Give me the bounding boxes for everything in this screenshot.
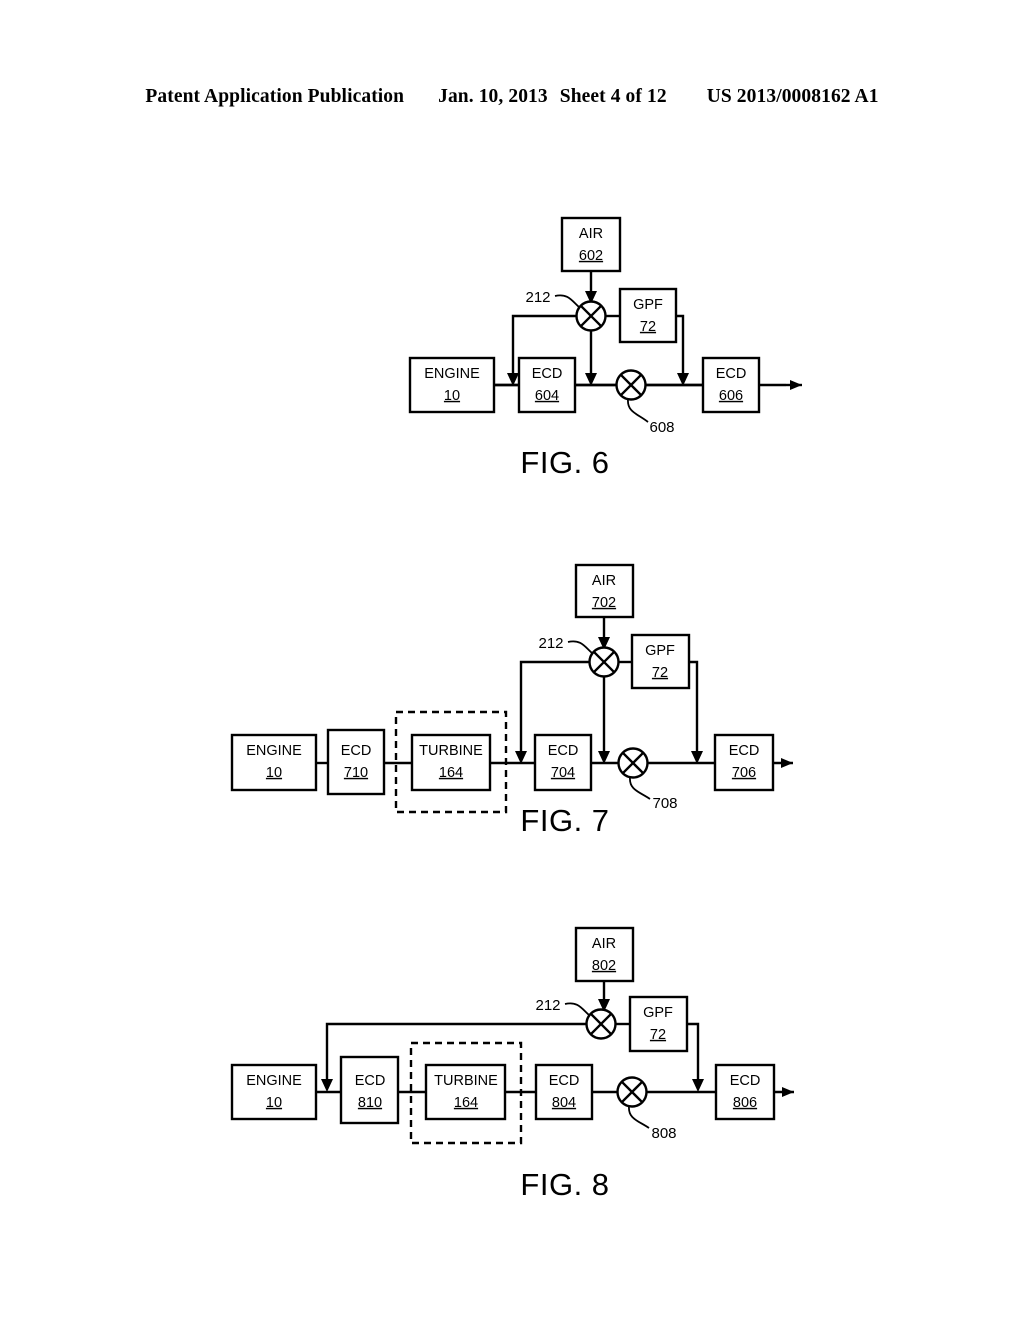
figure-8: ENGINE 10 ECD 810 TURBINE 164 ECD 804 EC…: [230, 926, 794, 1202]
fig6-mixer-608-leader: [627, 399, 649, 423]
fig8-gpf-block: GPF 72: [628, 995, 689, 1053]
fig7-caption: FIG. 7: [520, 803, 609, 838]
header-sheet: Sheet 4 of 12: [559, 86, 667, 107]
fig8-air-label: AIR: [592, 936, 616, 952]
fig8-mixer-212-leader: [564, 1002, 590, 1016]
fig7-turbine-block: TURBINE 164: [410, 733, 492, 792]
fig7-ecd-706-block: ECD 706: [713, 733, 775, 792]
fig8-engine-number: 10: [266, 1095, 282, 1111]
fig6-engine-block: ENGINE 10: [408, 356, 496, 414]
figure-7: ENGINE 10 ECD 710 TURBINE 164 ECD 704 EC…: [230, 563, 793, 838]
fig8-ecd-810-block: ECD 810: [339, 1055, 400, 1125]
fig8-ecd-806-number: 806: [733, 1095, 757, 1111]
fig7-mixer-708-label: 708: [652, 795, 677, 812]
fig6-ecd-606-label: ECD: [716, 366, 747, 382]
fig8-ecd-804-label: ECD: [549, 1073, 580, 1089]
fig8-gpf-number: 72: [650, 1027, 666, 1043]
fig7-gpf-block: GPF 72: [630, 633, 691, 690]
fig8-engine-block: ENGINE 10: [230, 1063, 318, 1121]
fig8-air-number: 802: [592, 958, 616, 974]
fig8-recirc-arrowhead: [321, 1079, 333, 1092]
fig8-turbine-block: TURBINE 164: [424, 1063, 507, 1121]
fig8-mixer-212-label: 212: [535, 997, 560, 1014]
fig7-ecd-704-label: ECD: [548, 743, 579, 759]
fig6-air-label: AIR: [579, 226, 603, 242]
fig8-gpf-out-arrowhead: [692, 1079, 704, 1092]
fig6-ecd-606-block: ECD 606: [701, 356, 761, 414]
fig6-ecd-604-label: ECD: [532, 366, 563, 382]
fig6-engine-number: 10: [444, 388, 460, 404]
fig7-gpf-number: 72: [652, 665, 668, 681]
fig7-mixer-212: [588, 646, 620, 678]
fig8-gpf-out-line: [687, 1022, 700, 1079]
fig6-ecd-604-number: 604: [535, 388, 559, 404]
fig7-gpf-label: GPF: [645, 643, 675, 659]
header-patent-number: US 2013/0008162 A1: [706, 86, 879, 107]
fig8-outlet-arrowhead: [782, 1087, 794, 1097]
fig7-ecd-710-block: ECD 710: [326, 728, 386, 796]
page-header: Patent Application Publication Jan. 10, 2…: [0, 86, 1024, 108]
fig8-mixer-808: [616, 1076, 648, 1108]
fig7-turbine-number: 164: [439, 765, 463, 781]
fig7-turbine-label: TURBINE: [419, 743, 483, 759]
fig7-ecd-706-number: 706: [732, 765, 756, 781]
fig7-outlet-arrowhead: [781, 758, 793, 768]
fig6-caption: FIG. 6: [520, 445, 609, 480]
fig8-mixer-212: [585, 1008, 617, 1040]
fig6-gpf-number: 72: [640, 319, 656, 335]
fig6-gpf-block: GPF 72: [618, 287, 678, 344]
fig6-ecd-604-block: ECD 604: [517, 356, 577, 414]
patent-drawing-page: Patent Application Publication Jan. 10, 2…: [0, 0, 1024, 1320]
fig7-ecd-706-label: ECD: [729, 743, 760, 759]
fig8-ecd-804-block: ECD 804: [534, 1063, 594, 1121]
fig8-ecd-806-block: ECD 806: [714, 1063, 776, 1121]
fig8-ecd-810-number: 810: [358, 1095, 382, 1111]
fig6-mixer-608: [615, 369, 647, 401]
fig8-gpf-label: GPF: [643, 1005, 673, 1021]
fig7-ecd-710-label: ECD: [341, 743, 372, 759]
fig7-mixer-708-leader: [629, 777, 651, 800]
fig8-caption: FIG. 8: [520, 1167, 609, 1202]
figure-6: ENGINE 10 ECD 604 ECD 606 AIR 602 GPF 72…: [408, 216, 802, 480]
fig6-ecd-606-number: 606: [719, 388, 743, 404]
fig8-ecd-804-number: 804: [552, 1095, 576, 1111]
fig6-outlet-arrowhead: [790, 380, 802, 390]
fig8-mixer-808-label: 808: [651, 1125, 676, 1142]
fig6-mixer-212-label: 212: [525, 289, 550, 306]
fig7-air-number: 702: [592, 595, 616, 611]
fig7-engine-block: ENGINE 10: [230, 733, 318, 792]
fig8-engine-label: ENGINE: [246, 1073, 302, 1089]
fig7-ecd-704-number: 704: [551, 765, 575, 781]
fig7-air-block: AIR 702: [574, 563, 635, 619]
fig8-turbine-label: TURBINE: [434, 1073, 498, 1089]
fig8-air-block: AIR 802: [574, 926, 635, 983]
fig8-ecd-810-label: ECD: [355, 1073, 386, 1089]
header-publication: Patent Application Publication: [145, 86, 405, 107]
fig7-ecd-704-block: ECD 704: [533, 733, 593, 792]
fig7-gpf-out-line: [689, 660, 699, 751]
fig7-engine-label: ENGINE: [246, 743, 302, 759]
fig7-mixer-212-leader: [567, 640, 593, 654]
fig6-mixer-212: [575, 300, 607, 332]
fig7-air-label: AIR: [592, 573, 616, 589]
fig6-engine-label: ENGINE: [424, 366, 480, 382]
fig8-turbine-number: 164: [454, 1095, 478, 1111]
fig8-ecd-806-label: ECD: [730, 1073, 761, 1089]
fig7-ecd-710-number: 710: [344, 765, 368, 781]
fig6-air-number: 602: [579, 248, 603, 264]
fig7-mixer-708: [617, 747, 649, 779]
fig6-mixer-608-label: 608: [649, 419, 674, 436]
fig7-mixer-212-label: 212: [538, 635, 563, 652]
fig6-mixer-212-leader: [554, 294, 580, 308]
fig6-air-block: AIR 602: [560, 216, 622, 273]
fig8-mixer-808-leader: [628, 1106, 650, 1129]
header-date: Jan. 10, 2013: [438, 86, 548, 107]
fig6-gpf-label: GPF: [633, 297, 663, 313]
fig7-engine-number: 10: [266, 765, 282, 781]
